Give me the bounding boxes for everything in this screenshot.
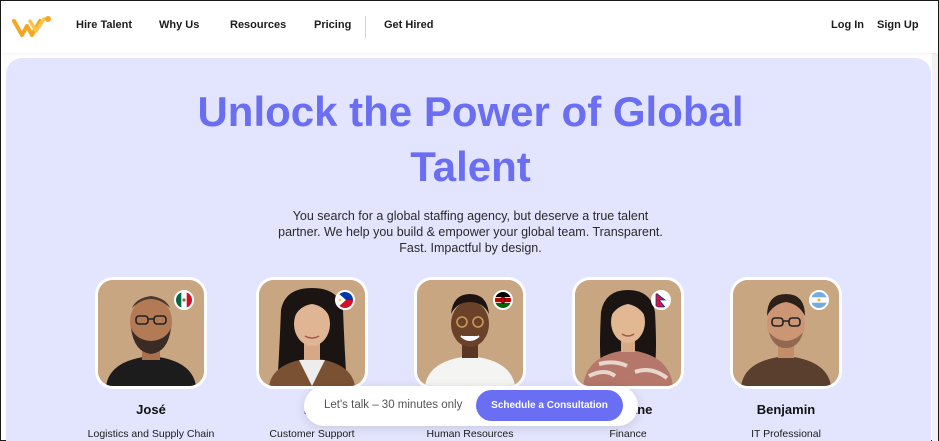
talent-photo [259,280,365,386]
talent-name-benjamin: Benjamin [756,402,816,417]
talent-role-benjamin: IT Professional [751,428,821,440]
talent-photo [417,280,523,386]
nav-resources[interactable]: Resources [230,19,286,31]
talent-photo [575,280,681,386]
talent-card-finance[interactable] [572,277,684,389]
talent-card-jose[interactable] [95,277,207,389]
argentina-flag-icon [809,290,829,310]
brand-logo[interactable] [12,13,54,41]
talent-name-jose: José [136,402,166,417]
nav-hire-talent[interactable]: Hire Talent [76,19,132,31]
login-link[interactable]: Log In [831,19,864,31]
nav-divider [365,16,366,38]
hero-headline-line1: Unlock the Power of Global [197,88,744,135]
talent-role-jose: Logistics and Supply Chain [87,428,215,440]
talent-photo [98,280,204,386]
philippines-flag-icon [335,290,355,310]
top-navbar: Hire Talent Why Us Resources Pricing Get… [1,1,938,53]
mexico-flag-icon [174,290,194,310]
talent-card-benjamin[interactable] [730,277,842,389]
talent-role-isa: Customer Support [269,428,355,440]
talent-role-finance: Finance [609,428,647,440]
talent-name-finance: ane [630,402,653,417]
hero-subtitle-line1: You search for a global staffing agency,… [292,209,649,223]
cta-text: Let's talk – 30 minutes only [324,399,463,411]
nepal-flag-icon [651,290,671,310]
talent-photo [733,280,839,386]
talent-card-isa[interactable] [256,277,368,389]
schedule-consultation-button[interactable]: Schedule a Consultation [476,390,623,421]
hero-headline-line2: Talent [410,143,531,190]
nav-pricing[interactable]: Pricing [314,19,351,31]
nav-why-us[interactable]: Why Us [159,19,199,31]
kenya-flag-icon [493,290,513,310]
talent-card-hr[interactable] [414,277,526,389]
talent-role-hr: Human Resources [426,428,514,440]
signup-link[interactable]: Sign Up [877,19,919,31]
nav-get-hired[interactable]: Get Hired [384,19,434,31]
consultation-cta-bar: Let's talk – 30 minutes only Schedule a … [304,386,638,426]
hero-subtitle-line2: partner. We help you build & empower you… [278,225,663,239]
hero-subtitle-line3: Fast. Impactful by design. [399,241,542,255]
